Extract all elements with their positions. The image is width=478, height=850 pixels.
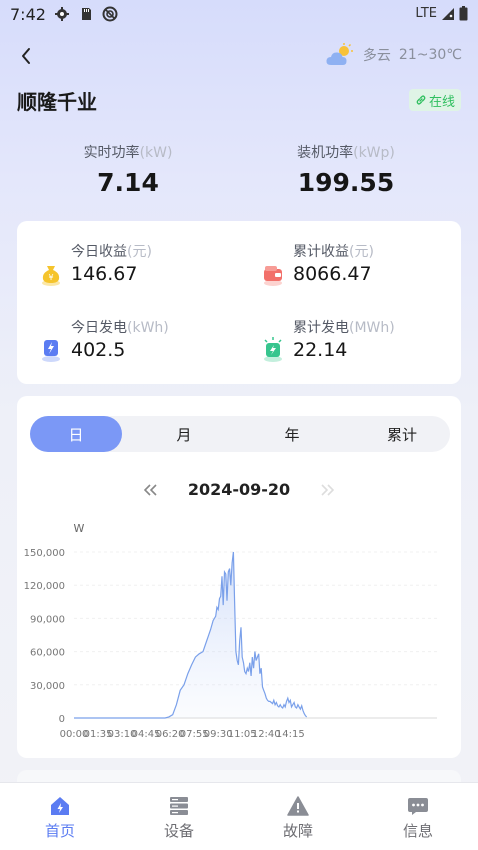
stat-today-generation: 今日发电(kWh) 402.5 [39, 317, 219, 377]
do-not-disturb-icon [102, 6, 118, 22]
stat-label: 今日发电 [71, 320, 127, 336]
selected-date: 2024-09-20 [187, 480, 291, 499]
warning-icon [287, 796, 309, 816]
tabbar-label: 首页 [44, 822, 75, 840]
chart-y-tick-label: 0 [59, 714, 65, 725]
stat-unit: (元) [349, 244, 374, 260]
stat-today-income: ¥ 今日收益(元) 146.67 [39, 241, 219, 301]
date-navigator: 2024-09-20 [17, 478, 461, 502]
stat-unit: (元) [127, 244, 152, 260]
stat-label: 累计收益 [293, 244, 349, 260]
charging-station-icon [264, 337, 282, 362]
tab-year[interactable]: 年 [246, 416, 338, 452]
chart-series-area [74, 552, 307, 718]
chart-card: 日 月 年 累计 2024-09-20 0 30,000 60,000 90,000 1… [17, 396, 461, 758]
previous-date-button[interactable] [141, 478, 161, 502]
chart-y-tick-label: 120,000 [24, 581, 65, 592]
tabbar-item-fault[interactable]: 故障 [258, 795, 338, 841]
wallet-icon [264, 266, 282, 286]
installed-power: 装机功率(kWp) 199.55 [246, 142, 446, 197]
realtime-power-unit: (kW) [139, 145, 173, 161]
realtime-power-value: 7.14 [97, 168, 159, 197]
chart-y-tick-label: 30,000 [30, 681, 65, 692]
message-icon [408, 798, 428, 815]
status-time: 7:42 [10, 5, 46, 24]
stat-value: 8066.47 [293, 263, 372, 285]
double-chevron-left-icon [144, 484, 157, 496]
tab-day[interactable]: 日 [30, 416, 122, 452]
home-icon [51, 797, 69, 815]
stat-unit: (MWh) [349, 320, 395, 336]
installed-power-label: 装机功率 [297, 145, 354, 161]
realtime-power-label: 实时功率 [83, 145, 140, 161]
chart-y-ticks: 0 30,000 60,000 90,000 120,000 150,000 [24, 548, 65, 725]
tabbar-item-device[interactable]: 设备 [139, 795, 219, 841]
stat-value: 402.5 [71, 339, 126, 361]
stats-card: ¥ 今日收益(元) 146.67 累计收益(元) 8066.47 今日发电(kW… [17, 221, 461, 384]
tabbar-label: 设备 [163, 822, 194, 840]
online-status-badge: 在线 [408, 89, 461, 111]
tab-total[interactable]: 累计 [356, 416, 448, 452]
chart-y-tick-label: 60,000 [30, 648, 65, 659]
status-system-icons: LTE [415, 6, 468, 21]
installed-power-value: 199.55 [297, 168, 395, 197]
status-notification-icons [54, 6, 118, 22]
installed-power-unit: (kWp) [353, 145, 395, 161]
tabbar-item-home[interactable]: 首页 [20, 795, 100, 841]
online-status-label: 在线 [428, 94, 455, 110]
period-tabs: 日 月 年 累计 [30, 416, 450, 452]
realtime-power: 实时功率(kW) 7.14 [28, 142, 228, 197]
tabbar-label: 信息 [402, 822, 433, 840]
chart-x-ticks: 00:0001:3503:1004:4506:2007:5509:3011:05… [60, 729, 305, 740]
settings-gear-icon [55, 7, 69, 21]
battery-icon [459, 6, 468, 21]
money-bag-icon: ¥ [42, 266, 60, 286]
stat-value: 22.14 [293, 339, 348, 361]
status-bar: 7:42 LTE [0, 0, 478, 30]
electric-meter-icon [42, 340, 60, 362]
double-chevron-right-icon [321, 484, 334, 496]
chart-x-tick-label: 14:15 [276, 729, 305, 740]
stat-value: 146.67 [71, 263, 138, 285]
chevron-left-icon [22, 48, 30, 64]
plant-title: 顺隆千业 [17, 90, 97, 114]
tab-month[interactable]: 月 [138, 416, 230, 452]
svg-text:¥: ¥ [48, 273, 53, 282]
tabbar-item-message[interactable]: 信息 [378, 795, 458, 841]
tabbar-label: 故障 [282, 822, 313, 840]
signal-icon [442, 7, 454, 20]
chart-y-tick-label: 150,000 [24, 548, 65, 559]
device-icon [170, 797, 188, 815]
chart-y-axis-label: W [74, 522, 85, 535]
stat-total-generation: 累计发电(MWh) 22.14 [261, 317, 441, 377]
sd-card-icon [82, 8, 91, 20]
chart-y-tick-label: 90,000 [30, 614, 65, 625]
stat-total-income: 累计收益(元) 8066.47 [261, 241, 441, 301]
next-date-button[interactable] [317, 478, 337, 502]
weather-temperature: 21~30℃ [398, 47, 462, 63]
stat-label: 累计发电 [293, 320, 349, 336]
back-button[interactable] [14, 42, 38, 70]
partly-cloudy-icon [326, 43, 353, 65]
network-type: LTE [415, 6, 437, 21]
power-chart: 0 30,000 60,000 90,000 120,000 150,000 00:000… [24, 522, 437, 740]
stat-unit: (kWh) [127, 320, 169, 336]
stat-label: 今日收益 [71, 244, 127, 260]
weather-condition: 多云 [362, 48, 391, 64]
bottom-tab-bar: 首页 设备 故障 信息 [0, 782, 478, 850]
weather-info: 多云 21~30℃ [325, 43, 462, 67]
link-icon [416, 95, 426, 105]
